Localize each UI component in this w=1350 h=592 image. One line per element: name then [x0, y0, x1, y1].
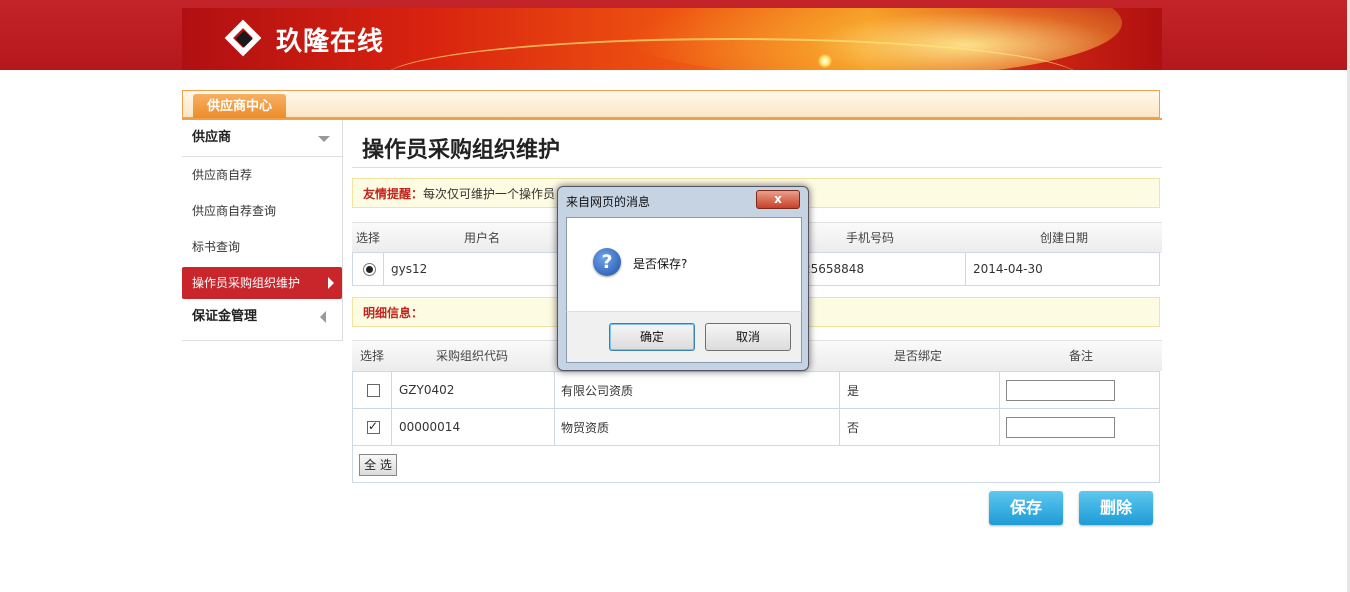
column-header: 用户名	[464, 231, 501, 245]
org-name-cell: 物贸资质	[561, 420, 610, 435]
brand-name: 玖隆在线	[276, 26, 385, 57]
org-code-cell: GZY0402	[399, 383, 455, 397]
chevron-right-icon	[328, 277, 334, 289]
column-header: 是否绑定	[894, 349, 943, 363]
remark-input[interactable]	[1006, 416, 1115, 438]
username-cell: gys12	[391, 262, 428, 276]
grid-footer: 全 选	[352, 445, 1160, 483]
dialog-message: 是否保存?	[633, 257, 688, 271]
sidebar-group-label: 保证金管理	[192, 309, 258, 324]
detail-label: 明细信息：	[363, 306, 424, 320]
row-radio[interactable]	[363, 262, 376, 276]
phone-cell: 25658848	[803, 262, 865, 276]
remark-input[interactable]	[1006, 379, 1115, 401]
logo-mark-icon	[222, 17, 266, 61]
column-header: 选择	[356, 231, 381, 245]
created-cell: 2014-04-30	[973, 262, 1043, 276]
delete-button[interactable]: 删除	[1079, 491, 1153, 525]
close-icon[interactable]: x	[756, 190, 800, 209]
tab-supplier-center[interactable]: 供应商中心	[193, 94, 287, 119]
bound-cell: 是	[847, 383, 860, 398]
sidebar: 供应商 供应商自荐 供应商自荐查询 标书查询 操作员采购组织维护 保证金管理	[182, 120, 343, 341]
confirm-dialog: 来自网页的消息 x ? 是否保存? 确定 取消	[557, 186, 809, 371]
sidebar-item-tender-query[interactable]: 标书查询	[182, 229, 342, 265]
sidebar-group-supplier[interactable]: 供应商	[182, 120, 342, 157]
sidebar-group-deposit[interactable]: 保证金管理	[182, 299, 342, 335]
title-divider	[352, 167, 1162, 168]
cancel-button[interactable]: 取消	[705, 323, 791, 351]
org-name-cell: 有限公司资质	[561, 383, 634, 398]
row-checkbox[interactable]	[367, 419, 380, 434]
row-checkbox[interactable]	[367, 383, 380, 397]
column-header: 采购组织代码	[436, 349, 509, 363]
notice-text: 每次仅可维护一个操作员	[423, 187, 556, 201]
chevron-down-icon	[318, 136, 330, 142]
sidebar-item-operator-org[interactable]: 操作员采购组织维护	[182, 267, 342, 299]
page-title: 操作员采购组织维护	[362, 138, 561, 163]
notice-label: 友情提醒：	[363, 187, 424, 201]
header-banner: 玖隆在线	[182, 8, 1162, 70]
dialog-body: ? 是否保存?	[566, 217, 802, 312]
sidebar-item-supplier-recommend[interactable]: 供应商自荐	[182, 157, 342, 193]
ok-button[interactable]: 确定	[609, 323, 695, 351]
question-icon: ?	[593, 248, 621, 276]
sidebar-item-label: 操作员采购组织维护	[192, 276, 301, 290]
column-header: 手机号码	[846, 231, 895, 245]
table-row[interactable]: GZY0402 有限公司资质 是	[352, 371, 1160, 409]
column-header: 选择	[360, 349, 385, 363]
banner-star	[818, 54, 832, 68]
org-code-cell: 00000014	[399, 420, 461, 434]
sidebar-item-recommend-query[interactable]: 供应商自荐查询	[182, 193, 342, 229]
dialog-footer: 确定 取消	[566, 311, 802, 363]
save-button[interactable]: 保存	[989, 491, 1063, 525]
chevron-left-icon	[320, 311, 326, 323]
logo[interactable]: 玖隆在线	[222, 17, 384, 61]
column-header: 备注	[1069, 349, 1094, 363]
column-header: 创建日期	[1040, 231, 1089, 245]
center-bar: 供应商中心	[182, 90, 1160, 119]
bound-cell: 否	[847, 420, 860, 435]
table-row[interactable]: 00000014 物贸资质 否	[352, 408, 1160, 446]
dialog-title: 来自网页的消息	[566, 195, 651, 209]
select-all-button[interactable]: 全 选	[359, 454, 397, 476]
sidebar-group-label: 供应商	[192, 130, 232, 145]
